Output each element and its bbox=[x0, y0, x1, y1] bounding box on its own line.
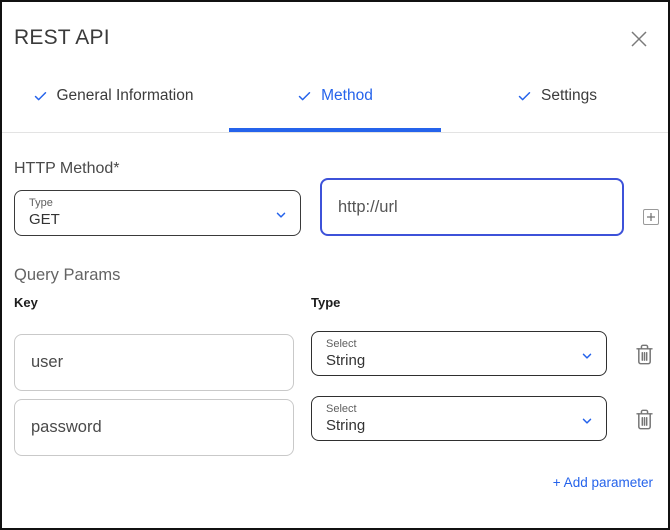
query-params-rows: Select String bbox=[14, 331, 656, 459]
column-header-type: Type bbox=[311, 295, 607, 310]
tab-bar: General Information Method Settings bbox=[2, 80, 668, 133]
close-icon bbox=[628, 28, 650, 50]
add-url-button[interactable] bbox=[643, 209, 659, 225]
chevron-down-icon bbox=[580, 349, 594, 363]
tab-label: Method bbox=[321, 87, 373, 105]
add-box-icon bbox=[643, 209, 659, 225]
tab-general-information[interactable]: General Information bbox=[2, 80, 224, 132]
check-icon bbox=[33, 89, 48, 104]
trash-icon bbox=[634, 408, 655, 431]
query-params-header-row: Key Type bbox=[14, 295, 656, 310]
column-header-key: Key bbox=[14, 295, 294, 310]
select-value: GET bbox=[29, 210, 286, 229]
check-icon bbox=[517, 89, 532, 104]
delete-param-button[interactable] bbox=[634, 343, 655, 371]
chevron-down-icon bbox=[580, 414, 594, 428]
param-row: Select String bbox=[14, 331, 656, 394]
param-type-select[interactable]: Select String bbox=[311, 331, 607, 376]
tab-settings[interactable]: Settings bbox=[446, 80, 668, 132]
trash-icon bbox=[634, 343, 655, 366]
select-value: String bbox=[326, 351, 592, 370]
http-method-label: HTTP Method* bbox=[14, 160, 656, 178]
select-floating-label: Select bbox=[326, 337, 592, 351]
tab-content: HTTP Method* Type GET Query Params Key T… bbox=[2, 160, 668, 492]
add-parameter-container: + Add parameter bbox=[14, 474, 656, 492]
dialog-header: REST API bbox=[2, 2, 668, 55]
check-icon bbox=[297, 89, 312, 104]
select-value: String bbox=[326, 416, 592, 435]
select-floating-label: Type bbox=[29, 196, 286, 210]
add-parameter-link[interactable]: + Add parameter bbox=[553, 475, 653, 490]
rest-api-dialog: REST API General Information Method Sett… bbox=[0, 0, 670, 530]
active-tab-underline bbox=[229, 128, 441, 132]
http-method-row: Type GET bbox=[14, 178, 656, 236]
param-type-select[interactable]: Select String bbox=[311, 396, 607, 441]
url-input[interactable] bbox=[320, 178, 624, 236]
select-floating-label: Select bbox=[326, 402, 592, 416]
tab-label: General Information bbox=[57, 87, 194, 105]
chevron-down-icon bbox=[274, 208, 288, 222]
param-row: Select String bbox=[14, 396, 656, 459]
http-method-type-select[interactable]: Type GET bbox=[14, 190, 301, 236]
tab-label: Settings bbox=[541, 87, 597, 105]
close-button[interactable] bbox=[628, 28, 650, 55]
query-params-title: Query Params bbox=[14, 266, 656, 285]
param-key-input[interactable] bbox=[14, 334, 294, 391]
tab-method[interactable]: Method bbox=[224, 80, 446, 132]
page-title: REST API bbox=[14, 26, 110, 50]
delete-param-button[interactable] bbox=[634, 408, 655, 436]
param-key-input[interactable] bbox=[14, 399, 294, 456]
